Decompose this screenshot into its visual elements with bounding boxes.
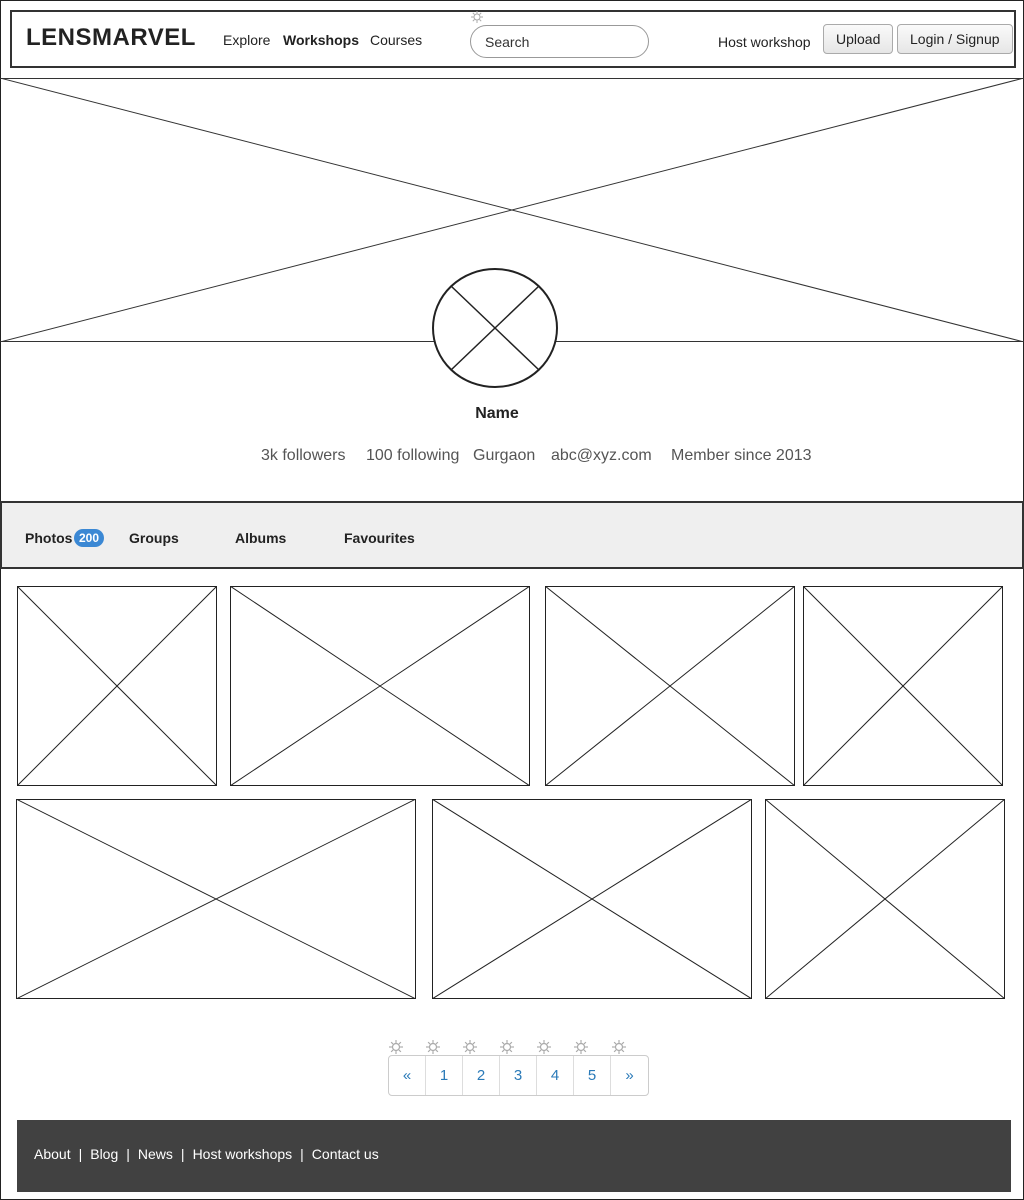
- search-input[interactable]: [470, 25, 649, 58]
- image-placeholder-icon: [432, 799, 752, 999]
- footer-link-blog[interactable]: Blog: [90, 1146, 118, 1162]
- image-placeholder-icon: [545, 586, 795, 786]
- photo-thumbnail[interactable]: [803, 586, 1003, 786]
- footer-link-news[interactable]: News: [138, 1146, 173, 1162]
- photos-count-badge: 200: [74, 529, 104, 547]
- photo-thumbnail[interactable]: [230, 586, 530, 786]
- tab-photos[interactable]: Photos: [25, 530, 72, 546]
- tab-groups[interactable]: Groups: [129, 530, 179, 546]
- gear-icon: [574, 1040, 588, 1054]
- gear-icon: [471, 11, 483, 23]
- tab-favourites[interactable]: Favourites: [344, 530, 415, 546]
- logo[interactable]: LENSMARVEL: [26, 24, 196, 52]
- footer-link-contact-us[interactable]: Contact us: [312, 1146, 379, 1162]
- image-placeholder-icon: [230, 586, 530, 786]
- login-signup-button[interactable]: Login / Signup: [897, 24, 1013, 54]
- photo-thumbnail[interactable]: [765, 799, 1005, 999]
- host-workshop-link[interactable]: Host workshop: [718, 34, 811, 50]
- gear-icon: [389, 1040, 403, 1054]
- gear-icon: [500, 1040, 514, 1054]
- gear-icon: [612, 1040, 626, 1054]
- pagination-page-4[interactable]: 4: [537, 1056, 574, 1095]
- footer-separator: |: [126, 1146, 130, 1162]
- nav-courses[interactable]: Courses: [370, 32, 422, 48]
- profile-location: Gurgaon: [473, 447, 536, 464]
- photo-thumbnail[interactable]: [17, 586, 217, 786]
- member-since: Member since 2013: [671, 447, 812, 464]
- pagination-page-5[interactable]: 5: [574, 1056, 611, 1095]
- photo-thumbnail[interactable]: [545, 586, 795, 786]
- gear-icon: [426, 1040, 440, 1054]
- footer-link-about[interactable]: About: [34, 1146, 71, 1162]
- avatar[interactable]: [432, 268, 558, 388]
- footer-links: About | Blog | News | Host workshops | Contact u…: [34, 1146, 379, 1162]
- upload-button[interactable]: Upload: [823, 24, 894, 54]
- pagination-page-2[interactable]: 2: [463, 1056, 500, 1095]
- footer-separator: |: [78, 1146, 83, 1162]
- image-placeholder-icon: [16, 799, 416, 999]
- profile-name: Name: [475, 405, 519, 422]
- tab-albums[interactable]: Albums: [235, 530, 286, 546]
- gear-icon: [537, 1040, 551, 1054]
- following-count[interactable]: 100 following: [366, 447, 459, 465]
- image-placeholder-icon: [17, 586, 217, 786]
- profile-email: abc@xyz.com: [551, 447, 652, 464]
- pagination-prev[interactable]: «: [389, 1056, 426, 1095]
- nav-explore[interactable]: Explore: [223, 32, 270, 48]
- gear-icon: [463, 1040, 477, 1054]
- followers-count[interactable]: 3k followers: [261, 447, 345, 465]
- profile-tabs: Photos 200 Groups Albums Favourites: [0, 501, 1024, 569]
- footer-link-host-workshops[interactable]: Host workshops: [193, 1146, 293, 1162]
- pagination: « 1 2 3 4 5 »: [388, 1055, 649, 1096]
- image-placeholder-icon: [803, 586, 1003, 786]
- top-header: LENSMARVEL Explore Workshops Courses Hos…: [10, 10, 1016, 68]
- photo-thumbnail[interactable]: [432, 799, 752, 999]
- footer-separator: |: [300, 1146, 304, 1162]
- photo-thumbnail[interactable]: [16, 799, 416, 999]
- pagination-page-1[interactable]: 1: [426, 1056, 463, 1095]
- nav-workshops[interactable]: Workshops: [283, 32, 359, 48]
- pagination-next[interactable]: »: [611, 1056, 648, 1095]
- image-placeholder-icon: [765, 799, 1005, 999]
- pagination-page-3[interactable]: 3: [500, 1056, 537, 1095]
- footer-separator: |: [180, 1146, 185, 1162]
- footer: About | Blog | News | Host workshops | Contact u…: [17, 1120, 1011, 1192]
